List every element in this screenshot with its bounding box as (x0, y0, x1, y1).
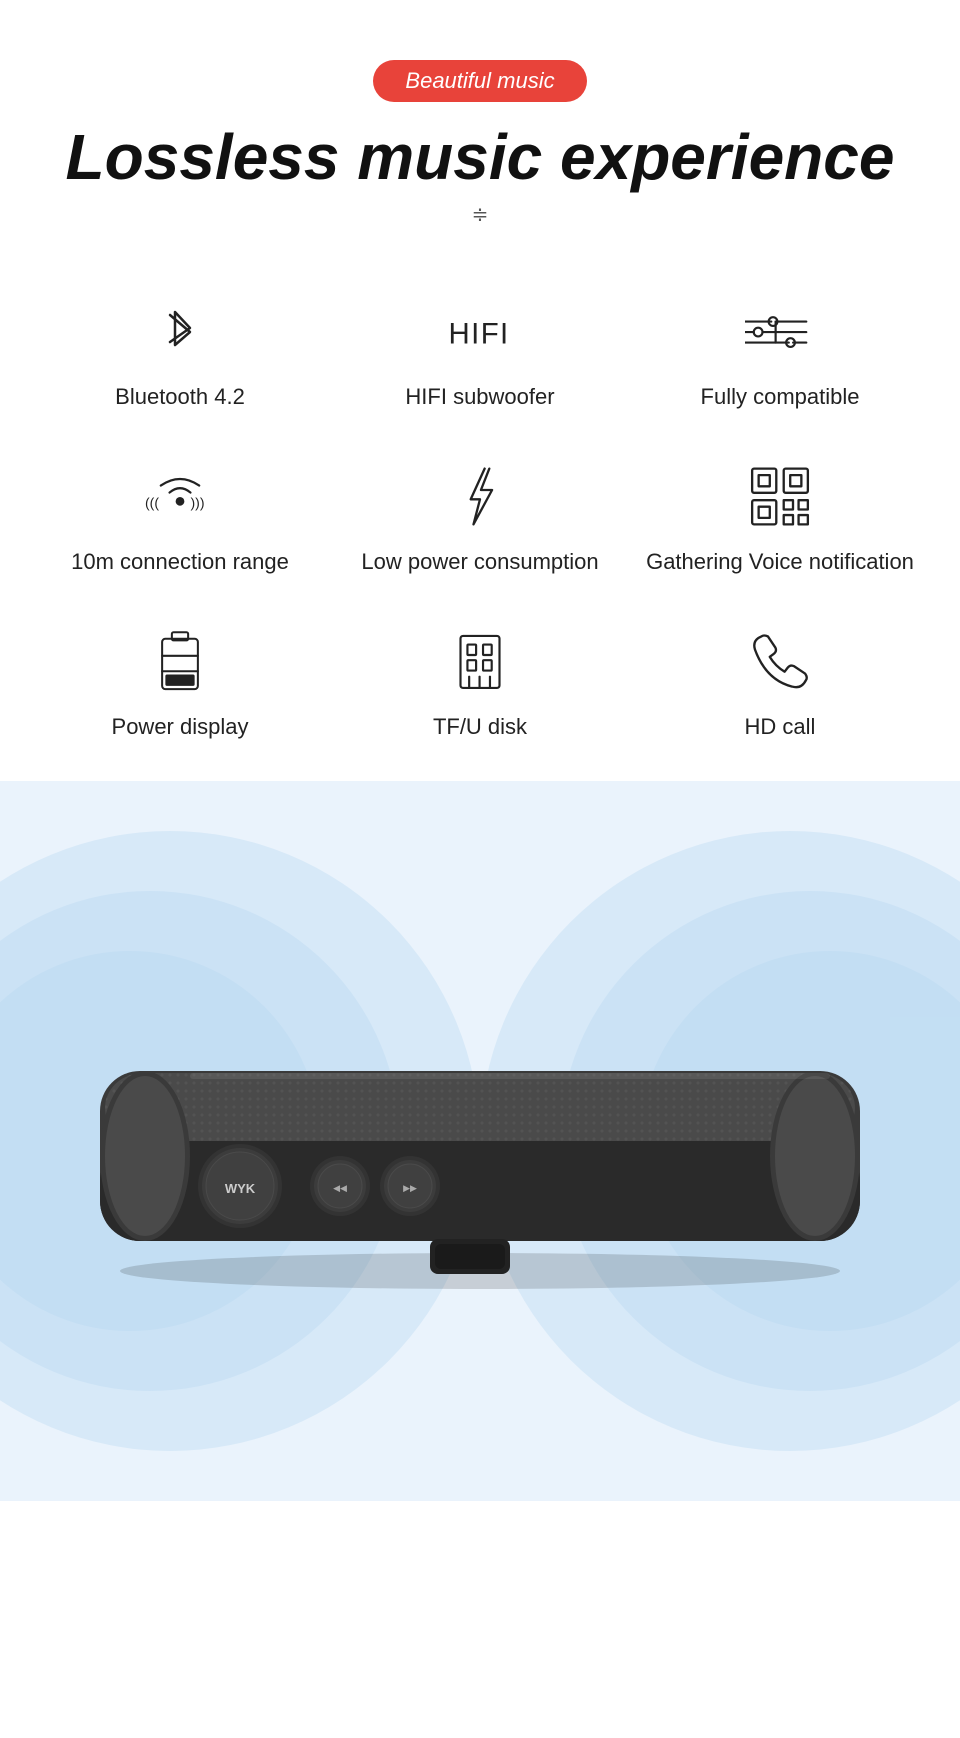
main-title: Lossless music experience (40, 122, 920, 192)
page-wrapper: Beautiful music Lossless music experienc… (0, 0, 960, 1501)
qr-icon (740, 462, 820, 532)
lightning-icon (440, 462, 520, 532)
feature-voice: Gathering Voice notification (640, 462, 920, 577)
compatible-icon (740, 297, 820, 367)
feature-hdcall: HD call (640, 627, 920, 742)
feature-tf: TF/U disk (340, 627, 620, 742)
svg-text:))): ))) (191, 495, 205, 511)
feature-connection: ((( ))) 10m connection range (40, 462, 320, 577)
sdcard-icon (440, 627, 520, 697)
voice-label: Gathering Voice notification (646, 548, 914, 577)
badge: Beautiful music (373, 60, 586, 102)
features-section: Bluetooth 4.2 HIFI HIFI subwoofer (0, 277, 960, 781)
header-section: Beautiful music Lossless music experienc… (0, 0, 960, 277)
speaker-section: WYK ◀◀ ▶▶ (0, 781, 960, 1501)
phone-icon (740, 627, 820, 697)
svg-text:◀◀: ◀◀ (333, 1183, 347, 1193)
feature-lowpower: Low power consumption (340, 462, 620, 577)
tf-label: TF/U disk (433, 713, 527, 742)
battery-icon (140, 627, 220, 697)
divider-icon: ≑ (40, 202, 920, 227)
hifi-label: HIFI subwoofer (405, 383, 554, 412)
feature-power: Power display (40, 627, 320, 742)
power-label: Power display (112, 713, 249, 742)
connection-label: 10m connection range (71, 548, 289, 577)
wifi-icon: ((( ))) (140, 462, 220, 532)
feature-compatible: Fully compatible (640, 297, 920, 412)
svg-text:▶▶: ▶▶ (403, 1183, 417, 1193)
svg-text:(((: ((( (145, 495, 159, 511)
speaker-image-wrapper: WYK ◀◀ ▶▶ (70, 991, 890, 1291)
svg-text:HIFI: HIFI (449, 317, 510, 350)
compatible-label: Fully compatible (701, 383, 860, 412)
features-grid: Bluetooth 4.2 HIFI HIFI subwoofer (40, 297, 920, 741)
feature-hifi: HIFI HIFI subwoofer (340, 297, 620, 412)
speaker-svg: WYK ◀◀ ▶▶ (70, 991, 890, 1291)
feature-bluetooth: Bluetooth 4.2 (40, 297, 320, 412)
lowpower-label: Low power consumption (361, 548, 598, 577)
bluetooth-icon (140, 297, 220, 367)
hdcall-label: HD call (745, 713, 816, 742)
svg-text:WYK: WYK (225, 1181, 256, 1196)
bluetooth-label: Bluetooth 4.2 (115, 383, 245, 412)
hifi-icon: HIFI (440, 297, 520, 367)
